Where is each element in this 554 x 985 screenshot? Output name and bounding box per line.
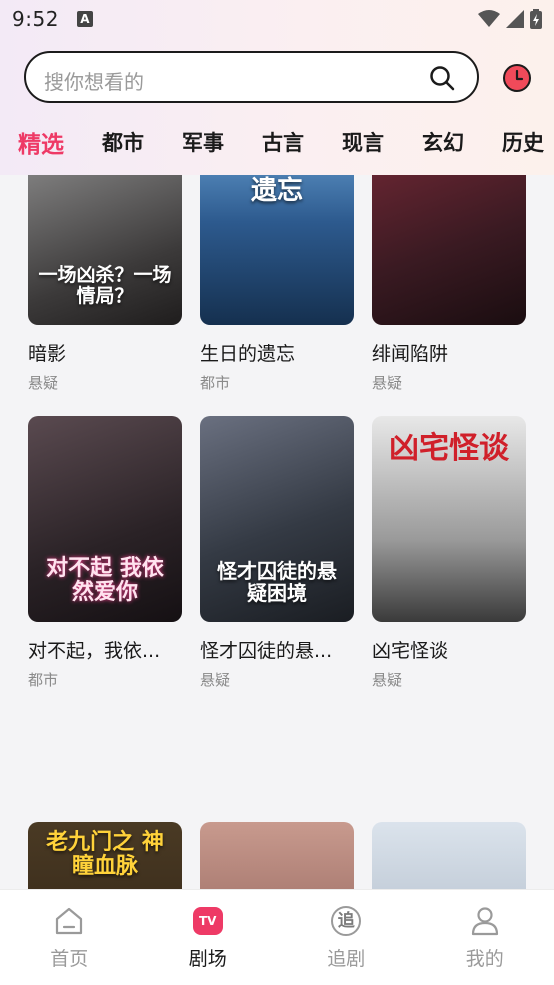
status-time: 9:52 xyxy=(12,7,59,31)
status-indicators xyxy=(478,9,542,29)
drama-genre: 悬疑 xyxy=(28,374,59,392)
category-tabs: 精选 都市 军事 古言 现言 玄幻 历史 xyxy=(18,122,554,162)
tab-dushi[interactable]: 都市 xyxy=(102,127,144,157)
poster-text: 怪才囚徒的悬疑困境 xyxy=(217,559,337,605)
signal-icon xyxy=(506,10,524,28)
poster-text: 一场凶杀？一场情局？ xyxy=(38,264,172,308)
drama-poster[interactable]: 一场凶杀？一场情局？ xyxy=(28,175,182,325)
drama-genre: 悬疑 xyxy=(372,671,403,689)
drama-title[interactable]: 暗影 xyxy=(28,339,182,366)
drama-poster[interactable]: 怪才囚徒的悬疑困境 xyxy=(200,416,354,622)
drama-title[interactable]: 对不起，我依... xyxy=(28,636,182,663)
nav-label: 首页 xyxy=(50,948,89,970)
nav-label: 追剧 xyxy=(327,948,366,970)
drama-card[interactable] xyxy=(372,822,526,889)
tab-jingxuan[interactable]: 精选 xyxy=(18,125,64,159)
nav-label: 剧场 xyxy=(188,948,227,970)
drama-poster[interactable]: 凶宅怪谈 xyxy=(372,416,526,622)
profile-icon xyxy=(468,904,502,938)
nav-home[interactable]: 首页 xyxy=(0,890,139,985)
tab-xuanhuan[interactable]: 玄幻 xyxy=(422,127,464,157)
notification-icon: A xyxy=(76,11,93,27)
search-placeholder: 搜你想看的 xyxy=(44,70,144,94)
tab-junshi[interactable]: 军事 xyxy=(182,127,224,157)
follow-badge: 追 xyxy=(331,906,362,936)
drama-title[interactable]: 生日的遗忘 xyxy=(200,339,354,366)
drama-genre: 悬疑 xyxy=(372,374,403,392)
drama-card[interactable]: 遗忘 生日的遗忘 都市 xyxy=(200,175,354,393)
drama-genre: 都市 xyxy=(28,671,59,689)
search-input[interactable]: 搜你想看的 xyxy=(24,51,479,103)
nav-follow[interactable]: 追 追剧 xyxy=(277,890,416,985)
wifi-icon xyxy=(478,10,500,27)
search-row: 搜你想看的 xyxy=(24,51,532,103)
drama-genre: 都市 xyxy=(200,374,231,392)
drama-title[interactable]: 绯闻陷阱 xyxy=(372,339,526,366)
drama-card[interactable]: 一场凶杀？一场情局？ 暗影 悬疑 xyxy=(28,175,182,393)
drama-card[interactable]: 凶宅怪谈 凶宅怪谈 悬疑 xyxy=(372,416,526,690)
drama-poster[interactable]: 遗忘 xyxy=(200,175,354,325)
drama-card[interactable]: 怪才囚徒的悬疑困境 怪才囚徒的悬... 悬疑 xyxy=(200,416,354,690)
nav-profile[interactable]: 我的 xyxy=(416,890,554,985)
status-bar: 9:52 A xyxy=(0,0,554,38)
poster-text: 遗忘 xyxy=(250,176,303,206)
tab-guyan[interactable]: 古言 xyxy=(262,127,304,157)
drama-grid: 一场凶杀？一场情局？ 暗影 悬疑 遗忘 生日的遗忘 都市 绯闻陷阱 悬疑 对不起… xyxy=(0,175,554,889)
nav-label: 我的 xyxy=(465,948,504,970)
drama-poster[interactable]: 老九门之 神瞳血脉 xyxy=(28,822,182,889)
drama-title[interactable]: 凶宅怪谈 xyxy=(372,636,526,663)
nav-theater[interactable]: TV 剧场 xyxy=(139,890,278,985)
poster-text: 凶宅怪谈 xyxy=(389,431,509,466)
follow-icon: 追 xyxy=(329,904,363,938)
drama-poster[interactable] xyxy=(372,822,526,889)
bottom-nav: 首页 TV 剧场 追 追剧 我的 xyxy=(0,889,554,985)
search-icon[interactable] xyxy=(429,65,455,91)
drama-title[interactable]: 怪才囚徒的悬... xyxy=(200,636,354,663)
drama-genre: 悬疑 xyxy=(200,671,231,689)
drama-poster[interactable]: 对不起 我依然爱你 xyxy=(28,416,182,622)
drama-card[interactable] xyxy=(200,822,354,889)
poster-text: 老九门之 神瞳血脉 xyxy=(46,829,164,880)
drama-poster[interactable] xyxy=(200,822,354,889)
history-icon[interactable] xyxy=(502,63,532,93)
drama-card[interactable]: 对不起 我依然爱你 对不起，我依... 都市 xyxy=(28,416,182,690)
tab-xianyan[interactable]: 现言 xyxy=(342,127,384,157)
drama-card[interactable]: 老九门之 神瞳血脉 xyxy=(28,822,182,889)
home-icon xyxy=(52,904,86,938)
poster-text: 对不起 我依然爱你 xyxy=(46,554,164,605)
battery-icon xyxy=(530,9,542,29)
tv-icon: TV xyxy=(191,904,225,938)
drama-poster[interactable] xyxy=(372,175,526,325)
drama-card[interactable]: 绯闻陷阱 悬疑 xyxy=(372,175,526,393)
tab-lishi[interactable]: 历史 xyxy=(502,127,544,157)
tv-badge: TV xyxy=(192,907,223,935)
